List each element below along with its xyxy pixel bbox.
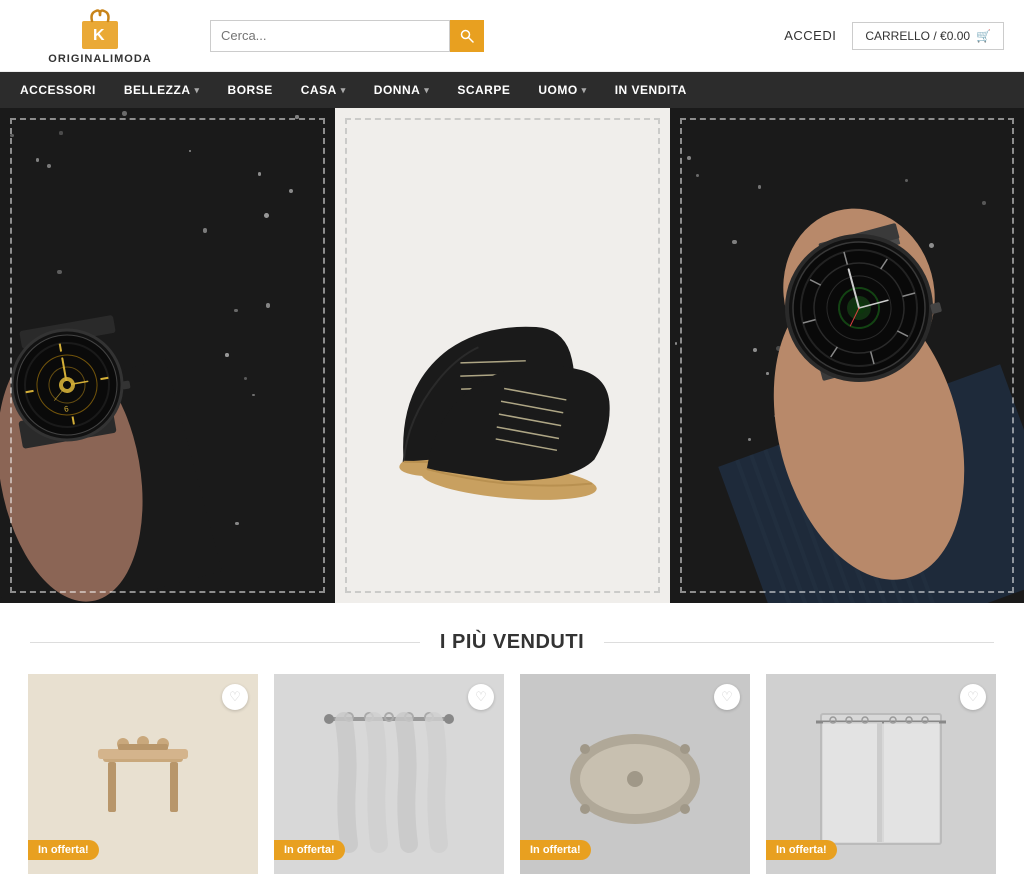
nav-item-bellezza[interactable]: BELLEZZA ▾ xyxy=(124,83,200,97)
chevron-down-icon: ▾ xyxy=(582,85,587,96)
product-card-3[interactable]: In offerta! ♡ xyxy=(520,674,750,874)
furniture-icon xyxy=(63,694,223,854)
product-grid: In offerta! ♡ xyxy=(0,674,1024,874)
product-image-1: In offerta! ♡ xyxy=(28,674,258,874)
product-wishlist-3[interactable]: ♡ xyxy=(714,684,740,710)
nav-item-invendita[interactable]: IN VENDITA xyxy=(615,83,687,97)
product-wishlist-4[interactable]: ♡ xyxy=(960,684,986,710)
curtain2-icon xyxy=(801,694,961,854)
cart-icon: 🛒 xyxy=(976,29,991,43)
logo-icon: K xyxy=(74,7,126,51)
nav-item-scarpe[interactable]: SCARPE xyxy=(457,83,510,97)
nav-item-donna[interactable]: DONNA ▾ xyxy=(374,83,430,97)
header-right: ACCEDI CARRELLO / €0.00 🛒 xyxy=(784,22,1004,50)
watch-wrist-left: 6 xyxy=(0,108,335,603)
svg-text:K: K xyxy=(93,27,105,44)
product-badge-2: In offerta! xyxy=(274,840,345,860)
logo-text: ORIGINALIMODA xyxy=(48,53,151,65)
bestsellers-section: I PIÙ VENDUTI xyxy=(0,603,1024,874)
chevron-down-icon: ▾ xyxy=(424,85,429,96)
login-button[interactable]: ACCEDI xyxy=(784,28,836,43)
product-card-1[interactable]: In offerta! ♡ xyxy=(28,674,258,874)
site-header: K ORIGINALIMODA ACCEDI CARRELLO / €0.00 … xyxy=(0,0,1024,72)
search-button[interactable] xyxy=(450,20,484,52)
curtain-icon xyxy=(309,694,469,854)
nav-item-accessori[interactable]: ACCESSORI xyxy=(20,83,96,97)
hero-banner: 6 xyxy=(0,108,1024,603)
section-title: I PIÙ VENDUTI xyxy=(420,631,604,654)
product-image-3: In offerta! ♡ xyxy=(520,674,750,874)
nav-item-uomo[interactable]: UOMO ▾ xyxy=(538,83,586,97)
section-divider-right xyxy=(604,642,994,643)
pillow-icon xyxy=(555,694,715,854)
section-divider-left xyxy=(30,642,420,643)
product-wishlist-1[interactable]: ♡ xyxy=(222,684,248,710)
product-badge-1: In offerta! xyxy=(28,840,99,860)
hero-panel-left: 6 xyxy=(0,108,335,603)
logo-area: K ORIGINALIMODA xyxy=(20,7,180,65)
nav-item-casa[interactable]: CASA ▾ xyxy=(301,83,346,97)
cart-label: CARRELLO / €0.00 xyxy=(865,29,970,43)
product-image-4: In offerta! ♡ xyxy=(766,674,996,874)
main-nav: ACCESSORI BELLEZZA ▾ BORSE CASA ▾ DONNA … xyxy=(0,72,1024,108)
product-badge-3: In offerta! xyxy=(520,840,591,860)
search-area xyxy=(210,20,754,52)
shoes-illustration xyxy=(358,196,648,516)
chevron-down-icon: ▾ xyxy=(195,85,200,96)
section-title-wrap: I PIÙ VENDUTI xyxy=(0,603,1024,674)
hero-panel-center xyxy=(335,108,670,603)
search-icon xyxy=(460,29,474,43)
product-wishlist-2[interactable]: ♡ xyxy=(468,684,494,710)
watch-wrist-right xyxy=(670,108,1024,603)
search-input[interactable] xyxy=(210,20,450,52)
hero-panel-right xyxy=(670,108,1024,603)
product-badge-4: In offerta! xyxy=(766,840,837,860)
product-card-2[interactable]: In offerta! ♡ xyxy=(274,674,504,874)
chevron-down-icon: ▾ xyxy=(341,85,346,96)
product-image-2: In offerta! ♡ xyxy=(274,674,504,874)
nav-item-borse[interactable]: BORSE xyxy=(228,83,273,97)
cart-button[interactable]: CARRELLO / €0.00 🛒 xyxy=(852,22,1004,50)
product-card-4[interactable]: In offerta! ♡ xyxy=(766,674,996,874)
